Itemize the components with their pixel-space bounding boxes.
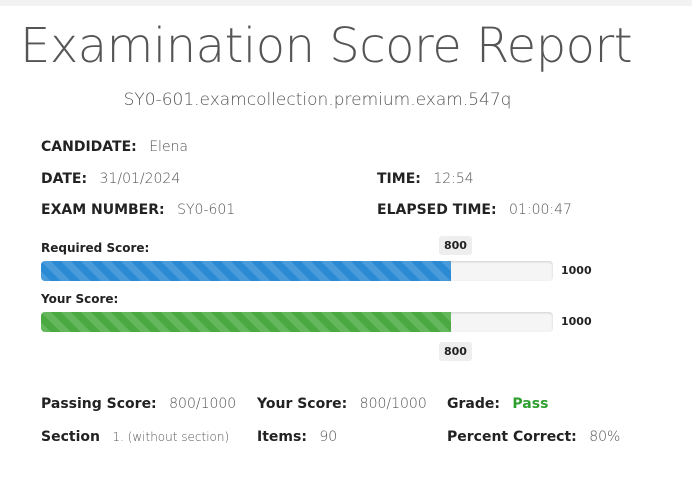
- exam-number-value: SY0-601: [177, 202, 236, 218]
- your-score-max: 1000: [561, 315, 592, 328]
- date-field: DATE: 31/01/2024: [41, 171, 180, 187]
- elapsed-time-field: ELAPSED TIME: 01:00:47: [377, 202, 572, 218]
- date-value: 31/01/2024: [99, 171, 181, 187]
- exam-number-label: EXAM NUMBER:: [41, 202, 165, 218]
- required-score-max: 1000: [561, 264, 592, 277]
- section-value: 1. (without section): [112, 430, 230, 444]
- exam-file-name: SY0-601.examcollection.premium.exam.547q: [123, 90, 512, 110]
- your-score-summary-label: Your Score:: [257, 396, 348, 412]
- your-score-summary-value: 800/1000: [359, 396, 427, 412]
- elapsed-time-value: 01:00:47: [509, 202, 572, 218]
- required-score-tag: 800: [439, 236, 472, 255]
- exam-number-field: EXAM NUMBER: SY0-601: [41, 202, 235, 218]
- passing-score-label: Passing Score:: [41, 396, 157, 412]
- percent-correct-value: 80%: [589, 429, 621, 445]
- section-label: Section: [41, 429, 100, 445]
- time-label: TIME:: [377, 171, 421, 187]
- your-score-tag: 800: [439, 342, 472, 361]
- grade-field: Grade: Pass: [447, 396, 548, 412]
- page-title: Examination Score Report: [20, 18, 633, 74]
- percent-correct-label: Percent Correct:: [447, 429, 577, 445]
- time-field: TIME: 12:54: [377, 171, 474, 187]
- required-score-fill: [41, 261, 451, 281]
- required-score-label: Required Score:: [41, 241, 150, 255]
- items-value: 90: [319, 429, 338, 445]
- percent-correct-field: Percent Correct: 80%: [447, 429, 620, 445]
- grade-label: Grade:: [447, 396, 500, 412]
- your-score-fill: [41, 312, 451, 332]
- items-field: Items: 90: [257, 429, 337, 445]
- required-score-track: [41, 261, 553, 281]
- section-field: Section 1. (without section): [41, 429, 229, 445]
- elapsed-time-label: ELAPSED TIME:: [377, 202, 497, 218]
- candidate-value: Elena: [149, 139, 189, 155]
- time-value: 12:54: [433, 171, 474, 187]
- passing-score-field: Passing Score: 800/1000: [41, 396, 236, 412]
- date-label: DATE:: [41, 171, 88, 187]
- candidate-field: CANDIDATE: Elena: [41, 139, 188, 155]
- your-score-label: Your Score:: [41, 292, 119, 306]
- top-bar: [0, 0, 692, 6]
- passing-score-value: 800/1000: [169, 396, 237, 412]
- your-score-summary-field: Your Score: 800/1000: [257, 396, 427, 412]
- your-score-track: [41, 312, 553, 332]
- candidate-label: CANDIDATE:: [41, 139, 137, 155]
- items-label: Items:: [257, 429, 307, 445]
- grade-value: Pass: [512, 396, 549, 412]
